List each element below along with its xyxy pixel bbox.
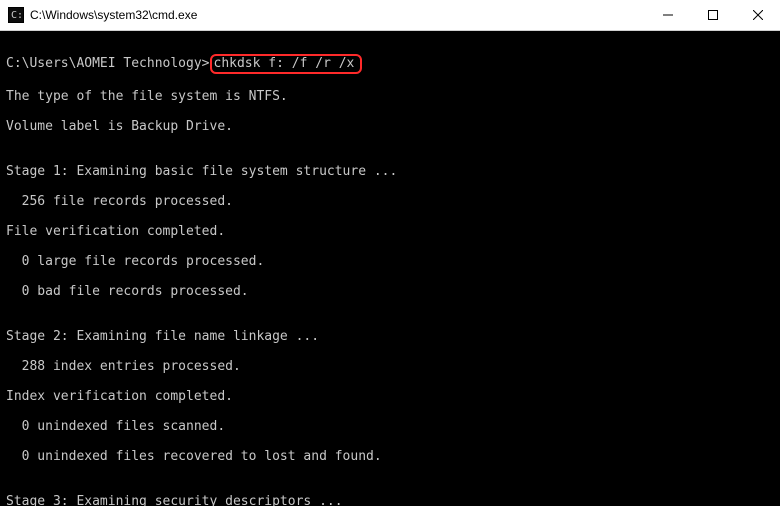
output-line: 0 unindexed files scanned. [6, 419, 774, 434]
command-highlight: chkdsk f: /f /r /x [210, 54, 363, 74]
prompt-prefix: C:\Users\AOMEI Technology> [6, 56, 210, 71]
titlebar: C: C:\Windows\system32\cmd.exe [0, 0, 780, 31]
console-output[interactable]: C:\Users\AOMEI Technology>chkdsk f: /f /… [0, 31, 780, 506]
output-line: Stage 1: Examining basic file system str… [6, 164, 774, 179]
maximize-button[interactable] [690, 0, 735, 30]
output-line: The type of the file system is NTFS. [6, 89, 774, 104]
output-line: 0 large file records processed. [6, 254, 774, 269]
output-line: 288 index entries processed. [6, 359, 774, 374]
window-title: C:\Windows\system32\cmd.exe [30, 8, 645, 22]
output-line: 256 file records processed. [6, 194, 774, 209]
output-line: 0 unindexed files recovered to lost and … [6, 449, 774, 464]
window-controls [645, 0, 780, 30]
close-button[interactable] [735, 0, 780, 30]
output-line: Index verification completed. [6, 389, 774, 404]
output-line: Volume label is Backup Drive. [6, 119, 774, 134]
output-line: 0 bad file records processed. [6, 284, 774, 299]
output-line: Stage 3: Examining security descriptors … [6, 494, 774, 506]
minimize-button[interactable] [645, 0, 690, 30]
output-line: Stage 2: Examining file name linkage ... [6, 329, 774, 344]
cmd-window: C: C:\Windows\system32\cmd.exe C:\Users\… [0, 0, 780, 506]
output-line: File verification completed. [6, 224, 774, 239]
cmd-icon: C: [8, 7, 24, 23]
svg-text:C:: C: [11, 10, 23, 21]
